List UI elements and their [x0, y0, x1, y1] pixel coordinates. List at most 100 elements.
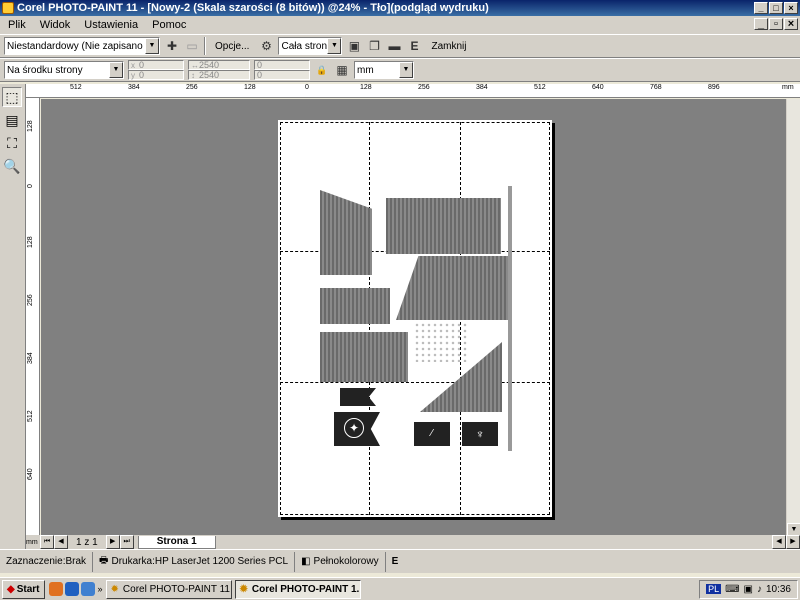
next-page-icon[interactable]: ▶ — [105, 535, 120, 549]
start-button[interactable]: ◆ Start — [2, 579, 45, 599]
start-label: Start — [16, 583, 40, 595]
window-title: Corel PHOTO-PAINT 11 - [Nowy-2 (Skala sz… — [17, 2, 489, 14]
tab-page-1[interactable]: Strona 1 — [137, 535, 216, 549]
width-field[interactable]: ↔ 2540 — [188, 60, 250, 70]
invert-icon[interactable]: ▬ — [386, 38, 402, 54]
units-select[interactable]: mm ▼ — [354, 61, 414, 79]
add-style-icon[interactable]: ✚ — [164, 38, 180, 54]
image-position-select[interactable]: Na środku strony ▼ — [4, 61, 124, 79]
scale-y-field[interactable]: 0 — [254, 70, 310, 80]
print-preview-toolbar: Niestandardowy (Nie zapisano usta... ▼ ✚… — [0, 34, 800, 58]
close-button[interactable]: × — [784, 2, 798, 14]
print-range-select[interactable]: Cała strona ▼ — [278, 37, 343, 55]
ruler-label: 640 — [27, 468, 34, 480]
chevron-down-icon[interactable]: ▼ — [109, 62, 123, 78]
app-icon — [2, 2, 14, 14]
enable-separations-icon[interactable]: ❐ — [366, 38, 382, 54]
tile-icon[interactable]: ▦ — [334, 62, 350, 78]
chevron-down-icon[interactable]: ▼ — [399, 62, 413, 78]
print-setup-icon[interactable]: ⚙ — [258, 38, 274, 54]
ruler-unit: mm — [782, 84, 794, 91]
toolbox: ⬚ ▤ ⛶ 🔍 — [0, 84, 26, 564]
scale-x-field[interactable]: 0 — [254, 60, 310, 70]
units-value: mm — [357, 64, 374, 76]
first-page-icon[interactable]: ⏮ — [40, 535, 54, 549]
lock-icon[interactable]: 🔒 — [314, 62, 330, 78]
task-label: Corel PHOTO-PAINT 11 — [122, 583, 230, 595]
chevron-right-icon[interactable]: » — [98, 584, 103, 594]
ruler-label: 512 — [27, 410, 34, 422]
mirror-icon[interactable]: E — [406, 38, 422, 54]
ruler-label: 896 — [708, 84, 720, 91]
ruler-label: 256 — [418, 84, 430, 91]
taskbar: ◆ Start » ✹ Corel PHOTO-PAINT 11 ✹ Corel… — [0, 577, 800, 600]
horizontal-ruler: 512 384 256 128 0 128 256 384 512 640 76… — [26, 84, 800, 98]
ring-pattern — [414, 322, 468, 362]
height-field[interactable]: ↕ 2540 — [188, 70, 250, 80]
scroll-right-button[interactable]: ▶ — [786, 535, 800, 549]
ruler-label: 384 — [128, 84, 140, 91]
menu-plik[interactable]: Plik — [8, 19, 26, 31]
task-corel-1[interactable]: ✹ Corel PHOTO-PAINT 11 — [105, 579, 232, 599]
full-screen-preview-icon[interactable]: ▣ — [346, 38, 362, 54]
chevron-down-icon[interactable]: ▼ — [145, 38, 159, 54]
status-bar: Zaznaczenie:Brak 🖶 Drukarka:HP LaserJet … — [0, 549, 800, 573]
menu-widok[interactable]: Widok — [40, 19, 71, 31]
ie-icon[interactable] — [64, 582, 79, 596]
options-button[interactable]: Opcje... — [210, 37, 254, 55]
zoom-tool-icon[interactable]: 🔍 — [2, 156, 22, 176]
maximize-button[interactable]: □ — [769, 2, 783, 14]
keyboard-icon[interactable]: ⌨ — [725, 584, 739, 595]
title-bar: Corel PHOTO-PAINT 11 - [Nowy-2 (Skala sz… — [0, 0, 800, 16]
last-page-icon[interactable]: ⏭ — [119, 535, 134, 549]
ruler-label: 0 — [305, 84, 309, 91]
scroll-left-button[interactable]: ◀ — [772, 535, 786, 549]
corel-icon: ✹ — [110, 583, 119, 595]
print-range-value: Cała strona — [281, 40, 333, 52]
print-page[interactable]: ✦ ⁄ ♆ — [278, 120, 552, 517]
print-style-value: Niestandardowy (Nie zapisano usta... — [7, 40, 160, 52]
ruler-label: 768 — [650, 84, 662, 91]
windows-logo-icon: ◆ — [7, 583, 15, 595]
print-style-select[interactable]: Niestandardowy (Nie zapisano usta... ▼ — [4, 37, 160, 55]
language-indicator[interactable]: PL — [706, 584, 722, 594]
flag-pennant: ⁄ — [414, 422, 450, 446]
ruler-label: 640 — [592, 84, 604, 91]
vertical-ruler: 128 0 128 256 384 512 640 — [26, 98, 40, 535]
y-position-field[interactable]: y0 — [128, 70, 184, 80]
vertical-scrollbar[interactable]: ▼ — [786, 99, 800, 537]
page-counter: 1 z 1 — [76, 536, 98, 548]
desktop-icon[interactable] — [80, 582, 95, 596]
minimize-button[interactable]: _ — [754, 2, 768, 14]
doc-close-button[interactable]: × — [784, 18, 798, 30]
doc-minimize-button[interactable]: _ — [754, 18, 768, 30]
prev-page-icon[interactable]: ◀ — [54, 535, 68, 549]
clock: 10:36 — [765, 583, 791, 595]
task-corel-2[interactable]: ✹ Corel PHOTO-PAINT 1... — [234, 579, 361, 599]
image-position-value: Na środku strony — [7, 64, 83, 76]
marks-placement-tool-icon[interactable]: ⛶ — [2, 133, 22, 153]
selection-status: Zaznaczenie:Brak — [0, 551, 94, 572]
network-icon[interactable]: ▣ — [744, 584, 753, 595]
menu-bar: Plik Widok Ustawienia Pomoc _ ▫ × — [0, 16, 800, 34]
printer-status: 🖶 Drukarka:HP LaserJet 1200 Series PCL — [93, 551, 296, 572]
close-preview-button[interactable]: Zamknij — [426, 37, 471, 55]
ruler-label: 512 — [70, 84, 82, 91]
x-position-field[interactable]: x0 — [128, 60, 184, 70]
volume-icon[interactable]: ♪ — [757, 584, 762, 595]
doc-restore-button[interactable]: ▫ — [769, 18, 783, 30]
imposition-layout-tool-icon[interactable]: ▤ — [2, 110, 22, 130]
ruler-label: 128 — [27, 236, 34, 248]
chevron-down-icon[interactable]: ▼ — [327, 38, 342, 54]
pick-tool-icon[interactable]: ⬚ — [2, 87, 22, 107]
sail-panel — [320, 332, 408, 382]
firefox-icon[interactable] — [48, 582, 63, 596]
task-label: Corel PHOTO-PAINT 1... — [251, 583, 361, 595]
preview-canvas[interactable]: ✦ ⁄ ♆ — [41, 99, 786, 535]
menu-pomoc[interactable]: Pomoc — [152, 19, 186, 31]
ruler-label: 512 — [534, 84, 546, 91]
remove-style-icon[interactable]: ▭ — [184, 38, 200, 54]
ruler-label: 384 — [476, 84, 488, 91]
menu-ustawienia[interactable]: Ustawienia — [84, 19, 138, 31]
printer-icon: 🖶 — [99, 555, 109, 566]
